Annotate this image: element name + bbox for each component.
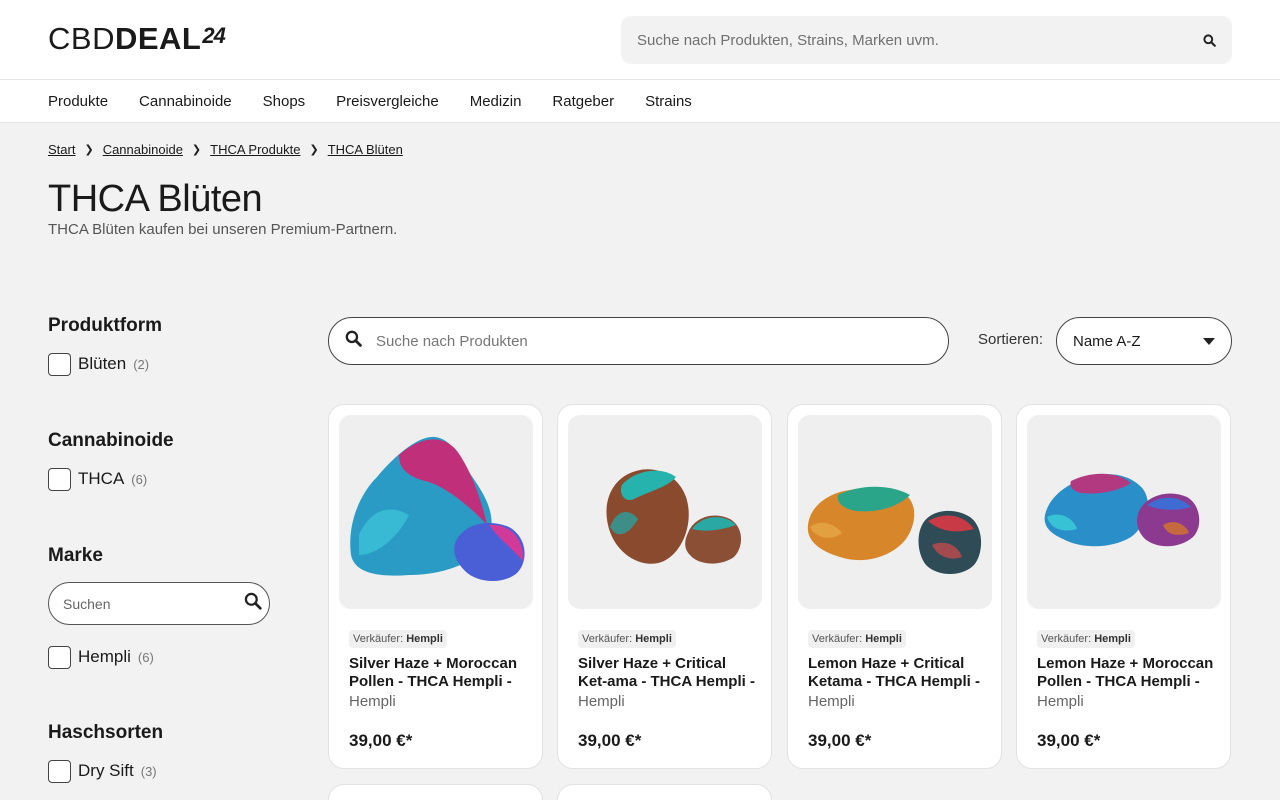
vendor-label: Verkäufer: [812,633,863,645]
page-title: THCA Blüten [48,178,263,220]
product-price: 39,00 €* [1037,731,1101,750]
filter-option-thca[interactable]: THCA (6) [48,467,270,491]
site-header: CBD DEAL 24 [0,0,1280,80]
nav-item-produkte[interactable]: Produkte [48,93,108,110]
global-search-bar [621,16,1232,64]
filter-option-count: (6) [131,471,148,487]
main-nav: Produkte Cannabinoide Shops Preisverglei… [0,80,1280,123]
breadcrumb-thca-blueten[interactable]: THCA Blüten [328,142,403,157]
vendor-label: Verkäufer: [582,633,633,645]
chevron-right-icon: ❯ [309,144,319,156]
filter-option-hempli[interactable]: Hempli (6) [48,645,270,669]
product-card[interactable] [557,784,772,800]
product-price: 39,00 €* [808,731,872,750]
product-image[interactable] [339,415,533,609]
vendor-name: Hempli [865,633,902,645]
product-image[interactable] [568,415,762,609]
filter-option-count: (3) [140,763,157,779]
nav-item-medizin[interactable]: Medizin [470,93,522,110]
logo[interactable]: CBD DEAL 24 [48,21,226,57]
filter-option-count: (6) [137,649,154,665]
logo-text-sup: 24 [202,23,226,48]
filter-option-dry-sift[interactable]: Dry Sift (3) [48,759,270,783]
breadcrumb-start[interactable]: Start [48,142,75,157]
product-image[interactable] [798,415,992,609]
breadcrumb-cannabinoide[interactable]: Cannabinoide [103,142,183,157]
filter-title: Haschsorten [48,722,164,743]
vendor-label: Verkäufer: [353,633,404,645]
breadcrumb-thca-produkte[interactable]: THCA Produkte [210,142,300,157]
nav-item-cannabinoide[interactable]: Cannabinoide [139,93,232,110]
breadcrumb: Start ❯ Cannabinoide ❯ THCA Produkte ❯ T… [48,142,403,157]
chevron-right-icon: ❯ [191,144,202,156]
filter-group-cannabinoide: Cannabinoide THCA (6) [48,429,270,491]
vendor-badge: Verkäufer: Hempli [1037,630,1135,648]
product-card[interactable]: Verkäufer: Hempli Silver Haze + Moroccan… [328,404,543,769]
vendor-name: Hempli [635,633,672,645]
product-price: 39,00 €* [349,731,413,750]
filter-sidebar: Produktform Blüten (2) Cannabinoide THCA… [48,314,270,783]
chevron-right-icon: ❯ [84,144,94,156]
product-card[interactable] [328,784,543,800]
filter-option-count: (2) [133,356,150,372]
product-brand: Hempli [808,693,855,710]
nav-item-preisvergleiche[interactable]: Preisvergleiche [336,93,439,110]
search-icon[interactable] [1200,31,1218,49]
product-card[interactable]: Verkäufer: Hempli Silver Haze + Critical… [557,404,772,769]
product-image[interactable] [1027,415,1221,609]
brand-search-input[interactable] [63,595,244,612]
logo-text-bold: DEAL [114,21,202,56]
product-brand: Hempli [578,693,625,710]
product-brand: Hempli [349,693,396,710]
filter-option-label: Dry Sift [78,761,134,780]
sort-label: Sortieren: [978,331,1044,348]
vendor-label: Verkäufer: [1041,633,1092,645]
checkbox[interactable] [48,467,71,491]
product-brand: Hempli [1037,693,1084,710]
caret-down-icon [1203,337,1215,345]
vendor-badge: Verkäufer: Hempli [578,630,676,648]
product-name[interactable]: Silver Haze + Critical Ket-ama - THCA He… [578,655,758,691]
vendor-name: Hempli [406,633,443,645]
vendor-badge: Verkäufer: Hempli [808,630,906,648]
product-card[interactable]: Verkäufer: Hempli Lemon Haze + Moroccan … [1016,404,1231,769]
filter-option-blueten[interactable]: Blüten (2) [48,352,270,376]
product-search-input[interactable] [376,332,930,350]
page-subtitle: THCA Blüten kaufen bei unseren Premium-P… [48,221,398,238]
vendor-name: Hempli [1094,633,1131,645]
nav-item-shops[interactable]: Shops [263,93,306,110]
checkbox[interactable] [48,352,71,376]
logo-text-light: CBD [48,21,115,56]
sort-value: Name A-Z [1073,332,1141,350]
nav-item-ratgeber[interactable]: Ratgeber [552,93,614,110]
filter-group-marke: Marke Hempli (6) [48,544,270,669]
filter-title: Produktform [48,315,162,336]
brand-search-bar [48,582,270,625]
product-name[interactable]: Lemon Haze + Moroccan Pollen - THCA Hemp… [1037,655,1217,691]
sort-select[interactable]: Name A-Z [1056,317,1232,365]
product-search-bar [328,317,949,365]
filter-option-label: THCA [78,469,125,488]
search-icon[interactable] [244,592,262,615]
filter-group-haschsorten: Haschsorten Dry Sift (3) [48,721,270,783]
product-name[interactable]: Lemon Haze + Critical Ketama - THCA Hemp… [808,655,988,691]
global-search-input[interactable] [637,31,1200,49]
checkbox[interactable] [48,645,71,669]
product-name[interactable]: Silver Haze + Moroccan Pollen - THCA Hem… [349,655,529,691]
filter-title: Cannabinoide [48,430,174,451]
vendor-badge: Verkäufer: Hempli [349,630,447,648]
product-price: 39,00 €* [578,731,642,750]
filter-group-produktform: Produktform Blüten (2) [48,314,270,376]
search-icon[interactable] [345,330,362,352]
product-card[interactable]: Verkäufer: Hempli Lemon Haze + Critical … [787,404,1002,769]
filter-option-label: Blüten [78,354,127,373]
nav-item-strains[interactable]: Strains [645,93,692,110]
filter-title: Marke [48,545,103,566]
filter-option-label: Hempli [78,647,131,666]
checkbox[interactable] [48,759,71,783]
